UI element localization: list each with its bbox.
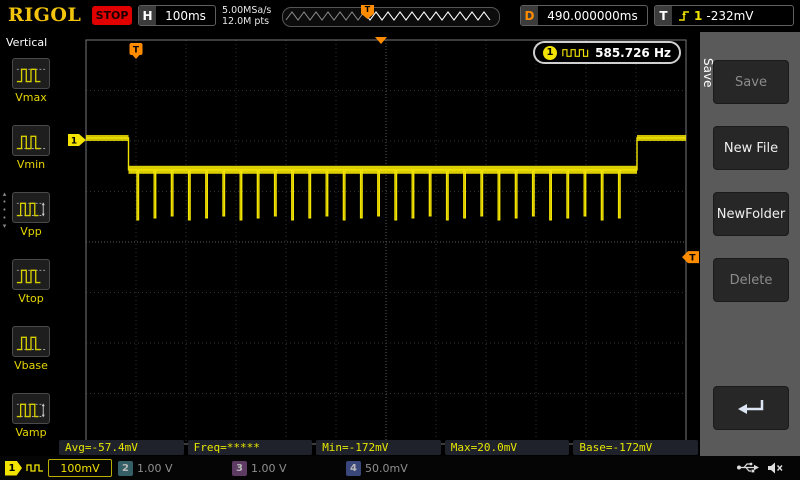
speaker-muted-icon <box>768 462 783 474</box>
trigger-label: T <box>655 6 672 25</box>
menu-button-delete: Delete <box>713 258 789 302</box>
return-arrow-icon <box>738 400 764 414</box>
measure-item-vmax[interactable]: Vmax <box>0 58 62 104</box>
rising-edge-icon <box>679 10 689 21</box>
channel-scale: 1.00 V <box>137 461 173 475</box>
horizontal-settings[interactable]: H 100ms <box>138 5 216 26</box>
measure-item-vpp[interactable]: Vpp <box>0 192 62 238</box>
delay-label: D <box>521 6 538 25</box>
trigger-level-value: -232mV <box>706 8 754 23</box>
menu-scroll-indicator[interactable]: ▴ • • • ▾ <box>0 190 9 230</box>
measure-item-vtop[interactable]: Vtop <box>0 259 62 305</box>
measure-category-title: Vertical <box>6 36 48 49</box>
pulse-arrows-icon <box>12 192 50 223</box>
menu-button-new-file[interactable]: New File <box>713 126 789 170</box>
memory-depth: 12.0M pts <box>222 16 270 27</box>
position-bar-wave <box>285 11 491 21</box>
run-state-badge[interactable]: STOP <box>92 6 132 25</box>
svg-text:1: 1 <box>71 136 77 146</box>
channel-1-status[interactable]: 1 100mV <box>5 459 112 477</box>
measure-item-vbase[interactable]: Vbase <box>0 326 62 372</box>
sample-rate: 5.00MSa/s <box>222 5 272 16</box>
channel-3-status[interactable]: 3 1.00 V <box>232 459 287 477</box>
waveform-position-bar[interactable]: T <box>282 5 500 27</box>
svg-text:T: T <box>689 254 696 264</box>
svg-text:T: T <box>133 46 140 56</box>
measurement-readout: Freq=***** <box>187 440 313 455</box>
pulse-dash-bottom-icon <box>12 326 50 357</box>
channel-tag: 2 <box>118 460 133 476</box>
channel-status-bar: 1 100mV 2 1.00 V 3 1.00 V 4 50.0mV <box>0 456 800 480</box>
timebase-value: 100ms <box>165 8 206 23</box>
pulse-dash-top-icon <box>12 58 50 89</box>
channel-scale: 1.00 V <box>251 461 287 475</box>
pulse-dash-bottom-icon <box>12 125 50 156</box>
measure-item-vmin[interactable]: Vmin <box>0 125 62 171</box>
measure-sidebar: Vertical Vmax Vmin Vpp Vtop Vbase Vamp <box>0 32 62 456</box>
save-menu: Save Save New File NewFolder Delete <box>700 32 800 456</box>
channel-scale: 50.0mV <box>365 461 408 475</box>
menu-button-save: Save <box>713 60 789 104</box>
waveform-display: 1 T T <box>68 37 699 445</box>
square-wave-icon <box>562 48 589 57</box>
top-status-bar: RIGOL STOP H 100ms 5.00MSa/s 12.0M pts T… <box>0 0 800 32</box>
measurement-readout: Max=20.0mV <box>444 440 570 455</box>
pulse-arrows-icon <box>12 393 50 424</box>
coupling-icon <box>26 464 43 472</box>
counter-channel-badge: 1 <box>543 45 557 60</box>
delay-value: 490.000000ms <box>547 8 638 23</box>
oscilloscope-screen: 1 T T RIGOL STOP H 100ms 5.00MSa/s 12.0M p… <box>0 0 800 480</box>
channel-4-status[interactable]: 4 50.0mV <box>346 459 408 477</box>
channel-2-status[interactable]: 2 1.00 V <box>118 459 173 477</box>
counter-value: 585.726 Hz <box>595 45 671 60</box>
channel-tag: 3 <box>232 460 247 476</box>
delay-settings[interactable]: D 490.000000ms <box>520 5 648 26</box>
rigol-logo: RIGOL <box>8 4 82 26</box>
sample-rate-readout: 5.00MSa/s 12.0M pts <box>222 5 271 27</box>
measure-item-vamp[interactable]: Vamp <box>0 393 62 439</box>
horizontal-label: H <box>139 6 156 25</box>
channel-tag: 1 <box>5 460 22 476</box>
measurement-readout: Min=-172mV <box>316 440 441 455</box>
pulse-dash-top-icon <box>12 259 50 290</box>
channel-scale: 100mV <box>48 459 112 477</box>
frequency-counter: 1 585.726 Hz <box>533 41 681 64</box>
channel-tag: 4 <box>346 460 361 476</box>
measurement-bar: Avg=-57.4mV Freq=***** Min=-172mV Max=20.0m… <box>59 440 698 455</box>
menu-button-return[interactable] <box>713 386 789 430</box>
usb-icon <box>737 462 759 473</box>
measurement-readout: Avg=-57.4mV <box>59 440 184 455</box>
trigger-settings[interactable]: T 1 -232mV <box>654 5 794 26</box>
trigger-source: 1 <box>694 8 703 23</box>
measurement-readout: Base=-172mV <box>573 440 698 455</box>
menu-button-newfolder[interactable]: NewFolder <box>713 192 789 236</box>
